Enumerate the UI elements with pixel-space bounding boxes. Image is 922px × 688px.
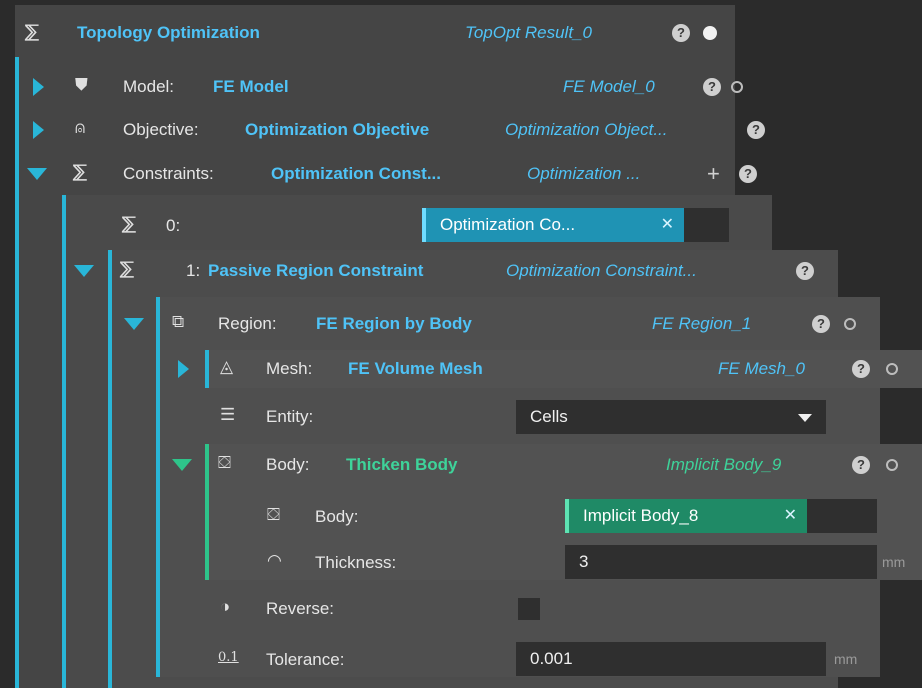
thickness-label: Thickness: (315, 553, 397, 572)
collapse-arrow-icon[interactable] (27, 168, 47, 180)
topology-optimization-row[interactable]: ⅀ Topology Optimization TopOpt Result_0 … (15, 14, 735, 52)
region-value[interactable]: FE Region_1 (652, 305, 751, 343)
remove-chip-icon[interactable]: ✕ (784, 499, 797, 533)
add-constraint-button[interactable]: + (707, 155, 720, 193)
mesh-value[interactable]: FE Mesh_0 (718, 350, 805, 388)
help-icon[interactable]: ? (796, 262, 814, 280)
region-icon: ⧉ (172, 312, 185, 331)
body-icon: ⛋ (218, 453, 231, 472)
help-icon[interactable]: ? (852, 456, 870, 474)
constraint-0-chip-label: Optimization Co... (440, 215, 576, 234)
help-icon[interactable]: ? (852, 360, 870, 378)
thickness-unit: mm (882, 554, 906, 570)
help-icon[interactable]: ? (672, 24, 690, 42)
help-icon[interactable]: ? (747, 121, 765, 139)
entity-dropdown[interactable]: Cells (516, 400, 826, 434)
body-value[interactable]: Implicit Body_9 (666, 446, 781, 484)
body-label: Body: (266, 455, 310, 474)
constraints-icon: ⅀ (73, 162, 87, 181)
help-icon[interactable]: ? (812, 315, 830, 333)
list-icon: ☰ (220, 405, 236, 424)
body-type[interactable]: Thicken Body (346, 446, 457, 484)
region-row[interactable]: ⧉ Region: FE Region by Body FE Region_1 … (108, 305, 880, 343)
objective-row[interactable]: ⍝ Objective: Optimization Objective Opti… (15, 111, 765, 149)
expand-arrow-icon[interactable] (33, 121, 44, 139)
body-row[interactable]: ⛋ Body: Thicken Body Implicit Body_9 ? (156, 446, 922, 484)
constraint-1-label: 1: (186, 261, 201, 280)
topology-icon: ⅀ (25, 22, 39, 41)
precision-icon: 0.1 (218, 650, 239, 665)
objective-label: Objective: (123, 120, 199, 139)
status-ring-icon[interactable] (844, 318, 856, 330)
constraint-0-chip[interactable]: Optimization Co... ✕ (422, 208, 684, 242)
region-label: Region: (218, 314, 277, 333)
thickness-input[interactable]: 3 (565, 545, 877, 579)
constraint-1-value[interactable]: Optimization Constraint... (506, 252, 697, 290)
constraint-0-label: 0: (166, 216, 181, 235)
reverse-checkbox[interactable] (518, 598, 540, 620)
collapse-arrow-icon[interactable] (74, 265, 94, 277)
constraint-icon: ⅀ (122, 214, 136, 233)
tolerance-input[interactable]: 0.001 (516, 642, 826, 676)
status-ring-icon[interactable] (731, 81, 743, 93)
collapse-arrow-icon[interactable] (172, 459, 192, 471)
help-icon[interactable]: ? (739, 165, 757, 183)
model-icon: ⛊ (75, 75, 88, 94)
contrast-icon: ◑ (220, 597, 231, 616)
tolerance-label: Tolerance: (266, 650, 345, 669)
objective-value[interactable]: Optimization Object... (505, 111, 668, 149)
status-ring-icon[interactable] (886, 363, 898, 375)
model-type[interactable]: FE Model (213, 68, 289, 106)
mesh-icon: ◬ (220, 357, 234, 376)
expand-arrow-icon[interactable] (178, 360, 189, 378)
dropdown-arrow-icon (798, 414, 812, 422)
collapse-arrow-icon[interactable] (124, 318, 144, 330)
entity-selected: Cells (530, 407, 568, 426)
thickness-icon: ◠ (267, 551, 282, 570)
help-icon[interactable]: ? (703, 78, 721, 96)
model-value[interactable]: FE Model_0 (563, 68, 655, 106)
body-input-chip-label: Implicit Body_8 (583, 506, 699, 525)
tolerance-unit: mm (834, 651, 858, 667)
body-icon: ⛋ (267, 505, 280, 524)
model-row[interactable]: ⛊ Model: FE Model FE Model_0 ? (15, 68, 743, 106)
constraint-icon: ⅀ (120, 259, 134, 278)
objective-type[interactable]: Optimization Objective (245, 111, 429, 149)
mesh-row[interactable]: ◬ Mesh: FE Volume Mesh FE Mesh_0 ? (156, 350, 922, 388)
status-dot-icon[interactable] (703, 26, 717, 40)
constraint-1-type[interactable]: Passive Region Constraint (208, 252, 423, 290)
mesh-label: Mesh: (266, 359, 313, 378)
reverse-label: Reverse: (266, 599, 335, 618)
root-accent (15, 57, 19, 688)
entity-label: Entity: (266, 407, 314, 426)
constraints-row[interactable]: ⅀ Constraints: Optimization Const... Opt… (15, 155, 757, 193)
status-ring-icon[interactable] (886, 459, 898, 471)
constraints-type[interactable]: Optimization Const... (271, 155, 441, 193)
mesh-type[interactable]: FE Volume Mesh (348, 350, 483, 388)
region-type[interactable]: FE Region by Body (316, 305, 472, 343)
thickness-value: 3 (579, 552, 589, 571)
body-input-label: Body: (315, 507, 359, 526)
body-input-chip[interactable]: Implicit Body_8 ✕ (565, 499, 807, 533)
constraint-1-row[interactable]: ⅀ 1: Passive Region Constraint Optimizat… (62, 252, 838, 290)
objective-icon: ⍝ (75, 118, 86, 137)
model-label: Model: (123, 77, 175, 96)
constraints-value[interactable]: Optimization ... (527, 155, 640, 193)
root-title: Topology Optimization (77, 23, 260, 42)
tolerance-value: 0.001 (530, 649, 573, 668)
constraints-label: Constraints: (123, 164, 214, 183)
root-result: TopOpt Result_0 (465, 23, 592, 42)
remove-chip-icon[interactable]: ✕ (661, 208, 674, 242)
expand-arrow-icon[interactable] (33, 78, 44, 96)
